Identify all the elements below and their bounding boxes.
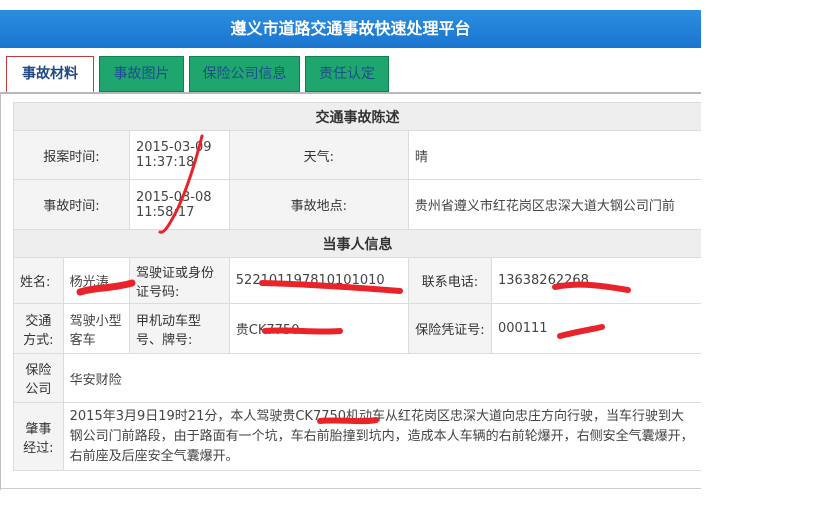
transport-label: 交通方式: <box>13 303 64 354</box>
phone-value: 13638262268 <box>490 257 701 304</box>
insurer-label: 保险公司 <box>13 353 64 403</box>
accident-time-value: 2015-03-08 11:58:17 <box>128 179 230 230</box>
section-party-info: 当事人信息 <box>13 229 701 258</box>
transport-value: 驾驶小型客车 <box>62 303 130 354</box>
tab-accident-photos[interactable]: 事故图片 <box>99 56 184 92</box>
policy-label: 保险凭证号: <box>407 303 492 354</box>
name-value: 杨光涛 <box>62 257 130 304</box>
weather-value: 晴 <box>407 130 701 180</box>
tab-content: 交通事故陈述 报案时间: 2015-03-09 11:37:18 天气: 晴 事… <box>0 94 701 490</box>
accident-time-label: 事故时间: <box>13 179 130 230</box>
phone-label: 联系电话: <box>407 257 492 304</box>
accident-table: 交通事故陈述 报案时间: 2015-03-09 11:37:18 天气: 晴 事… <box>13 102 701 471</box>
tab-insurance-info[interactable]: 保险公司信息 <box>189 56 300 92</box>
insurer-value: 华安财险 <box>62 353 701 403</box>
name-label: 姓名: <box>13 257 64 304</box>
tab-accident-materials[interactable]: 事故材料 <box>6 56 94 93</box>
license-value: 522101197810101010 <box>228 257 409 304</box>
app-window: 遵义市道路交通事故快速处理平台 事故材料 事故图片 保险公司信息 责任认定 交通… <box>0 0 701 490</box>
course-value: 2015年3月9日19时21分，本人驾驶贵CK7750机动车从红花岗区忠深大道向… <box>62 402 701 471</box>
weather-label: 天气: <box>228 130 409 180</box>
license-label: 驾驶证或身份证号码: <box>128 257 230 304</box>
location-value: 贵州省遵义市红花岗区忠深大道大钢公司门前 <box>407 179 701 230</box>
report-time-label: 报案时间: <box>13 130 130 180</box>
bottom-border <box>0 488 701 489</box>
section-accident-statement: 交通事故陈述 <box>13 102 701 131</box>
location-label: 事故地点: <box>228 179 409 230</box>
vehicle-value: 贵CK7750 <box>228 303 409 354</box>
tab-liability[interactable]: 责任认定 <box>305 56 389 92</box>
vehicle-label: 甲机动车型号、牌号: <box>128 303 230 354</box>
policy-value: 000111 <box>490 303 701 354</box>
report-time-value: 2015-03-09 11:37:18 <box>128 130 230 180</box>
course-label: 肇事经过: <box>13 402 64 471</box>
page-title: 遵义市道路交通事故快速处理平台 <box>0 10 701 48</box>
